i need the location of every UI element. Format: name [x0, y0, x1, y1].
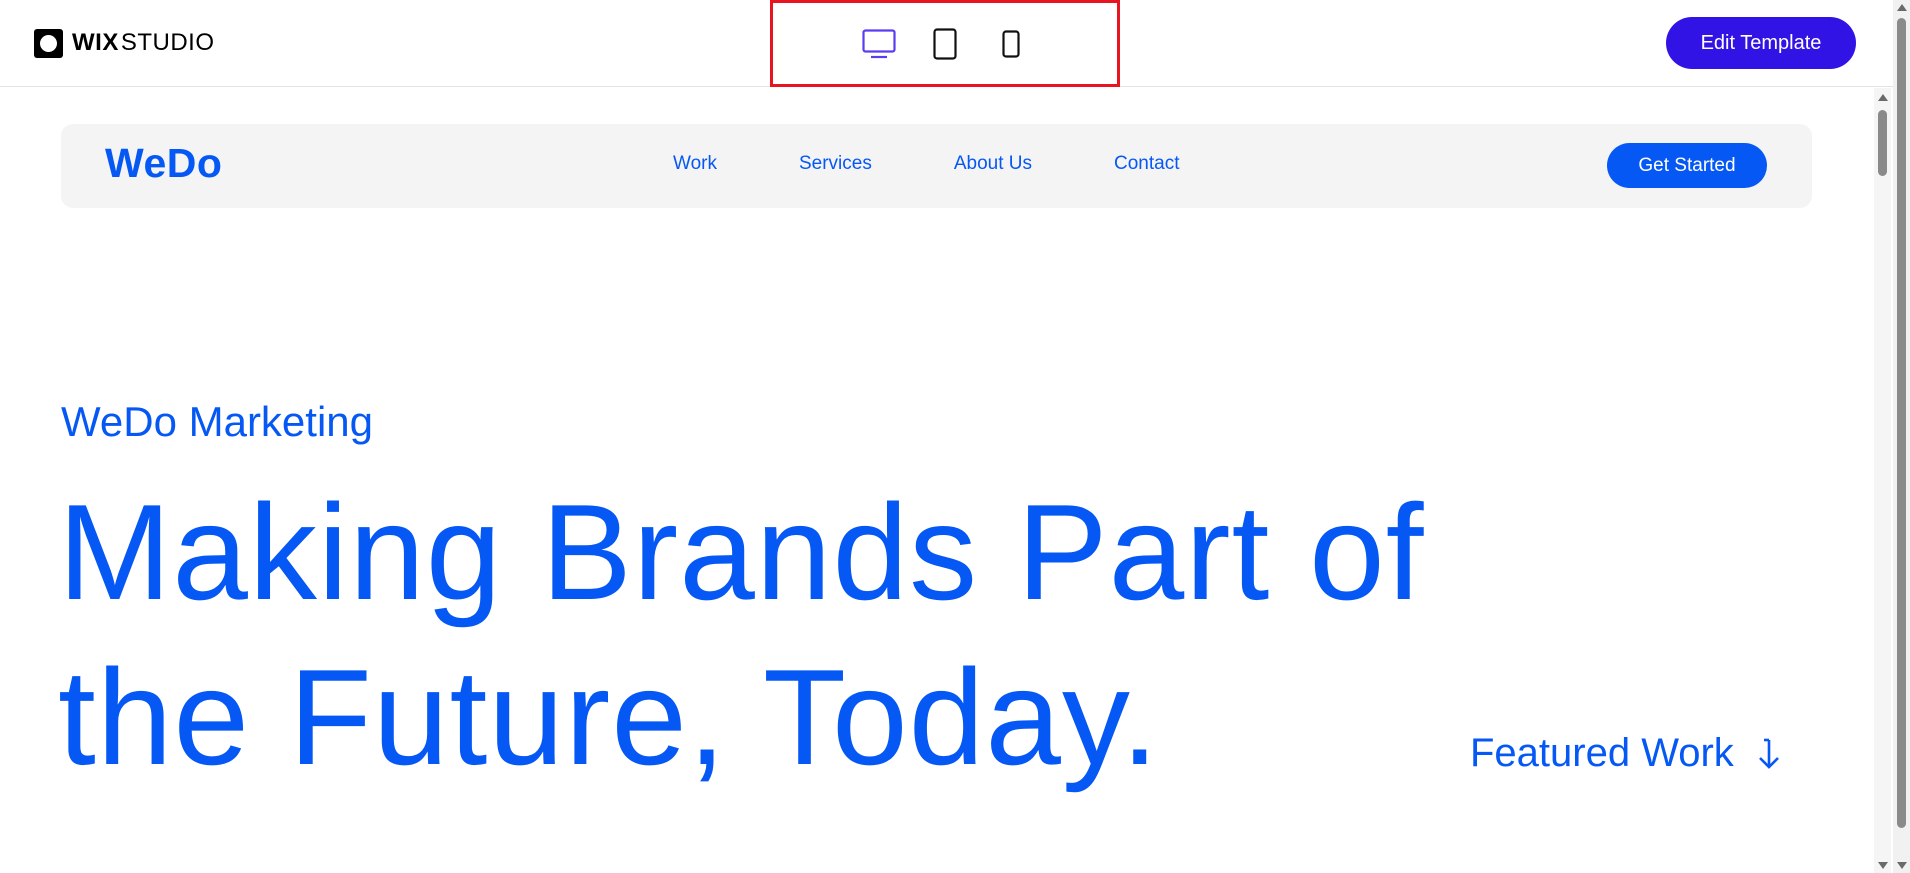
site-logo[interactable]: WeDo — [105, 140, 222, 187]
featured-work-link[interactable]: Featured Work — [1470, 731, 1782, 776]
tablet-view-button[interactable] — [926, 25, 964, 63]
tablet-icon — [933, 27, 957, 60]
hero-title: Making Brands Part of the Future, Today. — [58, 470, 1425, 800]
window-scrollbar[interactable] — [1893, 0, 1910, 873]
wix-logo-light: STUDIO — [120, 29, 215, 56]
edit-template-button[interactable]: Edit Template — [1666, 17, 1856, 69]
site-preview: WeDo Work Services About Us Contact Get … — [0, 88, 1874, 873]
desktop-view-button[interactable] — [860, 25, 898, 63]
wix-studio-logo[interactable]: WIX STUDIO — [34, 28, 215, 58]
nav-item-about-us[interactable]: About Us — [954, 153, 1032, 175]
window-scroll-down-icon[interactable] — [1897, 862, 1907, 869]
hero-subtitle: WeDo Marketing — [61, 398, 374, 445]
wix-logo-icon — [34, 28, 63, 58]
nav-item-services[interactable]: Services — [799, 153, 872, 175]
mobile-view-button[interactable] — [992, 25, 1030, 63]
nav-item-contact[interactable]: Contact — [1114, 153, 1179, 175]
site-nav: Work Services About Us Contact — [673, 153, 1179, 175]
arrow-down-icon — [1756, 737, 1782, 771]
wix-logo-bold: WIX — [72, 29, 119, 56]
editor-topbar: WIX STUDIO Edit Template — [0, 0, 1910, 87]
window-scroll-up-icon[interactable] — [1897, 4, 1907, 11]
wix-logo-text: WIX STUDIO — [72, 29, 215, 57]
site-header: WeDo Work Services About Us Contact Get … — [61, 124, 1812, 208]
featured-work-label: Featured Work — [1470, 731, 1734, 775]
get-started-button[interactable]: Get Started — [1607, 143, 1767, 188]
scroll-down-icon[interactable] — [1878, 862, 1888, 869]
hero-title-line-2: the Future, Today. — [58, 641, 1160, 793]
desktop-icon — [862, 28, 896, 58]
scroll-up-icon[interactable] — [1878, 94, 1888, 101]
mobile-icon — [1002, 29, 1020, 58]
preview-scrollbar-thumb[interactable] — [1878, 110, 1887, 176]
hero-title-line-1: Making Brands Part of — [58, 476, 1425, 628]
window-scrollbar-thumb[interactable] — [1897, 18, 1906, 828]
nav-item-work[interactable]: Work — [673, 153, 717, 175]
device-switcher — [770, 0, 1120, 87]
preview-scrollbar[interactable] — [1874, 88, 1891, 873]
